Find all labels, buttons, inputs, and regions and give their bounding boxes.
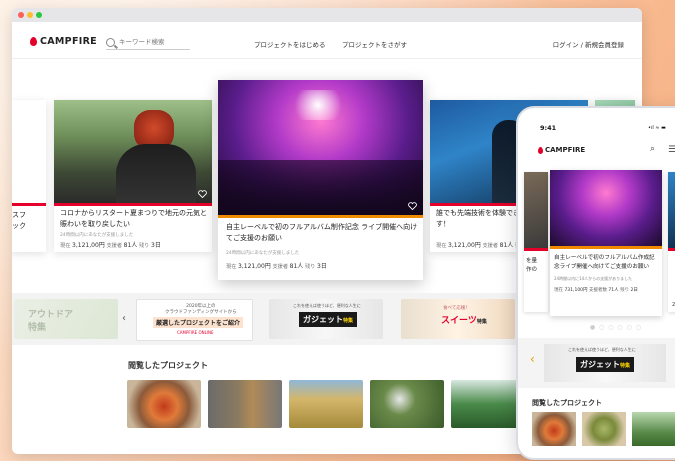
browser-titlebar [12,8,642,22]
stage-lights [288,90,348,120]
phone-viewed-heading: 閲覧したプロジェクト [532,399,602,407]
carousel-card-edge-left[interactable]: スフ ック [12,100,46,252]
viewed-thumb-glass[interactable] [127,380,201,428]
project-image-concert [218,80,423,215]
search-icon [106,37,115,47]
phone-project-card[interactable]: 自主レーベルで初のフルアルバム作成記念ライブ開催へ向けてご支援のお願い 24時間… [550,170,662,316]
phone-viewed-thumb-field[interactable] [632,412,675,446]
edge-card-image [524,172,548,248]
search-input[interactable] [119,38,189,46]
costume-figure [116,144,196,203]
phone-carousel-dots[interactable]: ● ○ ○ ○ ○ ○ [590,324,642,331]
sweets-title: スイーツ特集 [441,316,487,326]
progress-bar [12,203,46,206]
nav-start-project[interactable]: プロジェクトをはじめる [254,39,326,49]
login-signup-link[interactable]: ログイン / 新規会員登録 [553,39,624,49]
phone-menu-icon[interactable]: ☰ [668,145,675,155]
edge-card-image [668,172,675,248]
flame-icon [538,146,543,154]
phone-viewed-thumb-tea[interactable] [582,412,626,446]
project-title: コロナからリスタート夏まつりで地元の元気と賑わいを取り戻したい [60,209,207,228]
project-image-festival [54,100,212,203]
banner-prev-button[interactable]: ‹ [122,313,126,324]
smartphone-mockup: 9:41 •ıl ≈ ▬ CAMPFIRE ⌕ ☰ を量 作の 自主レーベルで初… [516,106,675,460]
phone-campfire-logo[interactable]: CAMPFIRE [538,146,585,154]
phone-project-stats: 現在 731,100円 支援者数 71人 残り 2日 [554,288,638,293]
phone-status-icons: •ıl ≈ ▬ [648,125,666,131]
minimize-window-button[interactable] [27,12,33,18]
phone-edge-card-left[interactable]: を量 作の [524,172,548,312]
phone-banner-prev-button[interactable]: ‹ [530,352,535,366]
gadget-title: ガジェット特集 [299,312,358,327]
phone-project-image [550,170,662,246]
support-note: 24時間以内にあなたが支援しました [60,233,134,238]
banner-sweets[interactable]: 食べて応援！ スイーツ特集 [401,299,515,339]
phone-gadget-title: ガジェット特集 [576,357,635,372]
edge-card-image [12,100,46,203]
banner-curated[interactable]: 2020年以上の クラウドファンディングサイトから 厳選したプロジェクトをご紹介… [136,299,253,341]
site-header: CAMPFIRE プロジェクトをはじめる プロジェクトをさがす ログイン / 新… [12,30,642,59]
heart-icon[interactable] [408,202,417,210]
viewed-projects-heading: 閲覧したプロジェクト [128,361,208,370]
progress-bar [218,215,423,218]
progress-bar [668,248,675,251]
heart-icon[interactable] [32,190,41,198]
search-box[interactable] [106,35,190,50]
phone-banner-strip: ‹ これを使えば使うほど、便利な人生に ガジェット特集 › [518,338,675,388]
heart-icon[interactable] [198,190,207,198]
campfire-logo[interactable]: CAMPFIRE [30,36,97,47]
edge-card-title: スフ ック [12,211,26,230]
viewed-thumb-shoes[interactable] [208,380,282,428]
project-stats: 現在 3,121,00円 支援者 81人 残り 3日 [226,263,327,270]
flame-icon [30,37,37,46]
nav-find-project[interactable]: プロジェクトをさがす [342,39,407,49]
phone-clock: 9:41 [540,124,557,132]
close-window-button[interactable] [18,12,24,18]
project-stats: 現在 3,121,00円 支援者 81人 残り 3日 [60,242,161,249]
banner-gadget[interactable]: これを使えば使うほど、便利な人生に ガジェット特集 [269,299,383,339]
project-card-featured[interactable]: 自主レーベルで初のフルアルバム制作記念 ライブ開催へ向けてご支援のお願い 24時… [218,80,423,280]
viewed-thumb-greenhouse[interactable] [451,380,525,428]
phone-edge-card-right[interactable]: 2日 [668,172,675,312]
progress-bar [550,246,662,249]
crowd-silhouette [218,160,423,215]
phone-search-icon[interactable]: ⌕ [650,144,655,154]
maximize-window-button[interactable] [36,12,42,18]
viewed-thumb-rice[interactable] [289,380,363,428]
project-title: 自主レーベルで初のフルアルバム制作記念 ライブ開催へ向けてご支援のお願い [226,223,418,242]
project-card-festival[interactable]: コロナからリスタート夏まつりで地元の元気と賑わいを取り戻したい 24時間以内にあ… [54,100,212,252]
banner-outdoor[interactable]: アウトドア 特集 [14,299,118,339]
viewed-thumb-orchard[interactable] [370,380,444,428]
phone-viewed-thumb-glass[interactable] [532,412,576,446]
progress-bar [524,248,548,251]
support-note: 24時間以内にあなたが支援しました [226,251,300,256]
progress-bar [54,203,212,206]
phone-banner-gadget[interactable]: これを使えば使うほど、便利な人生に ガジェット特集 [544,344,666,382]
